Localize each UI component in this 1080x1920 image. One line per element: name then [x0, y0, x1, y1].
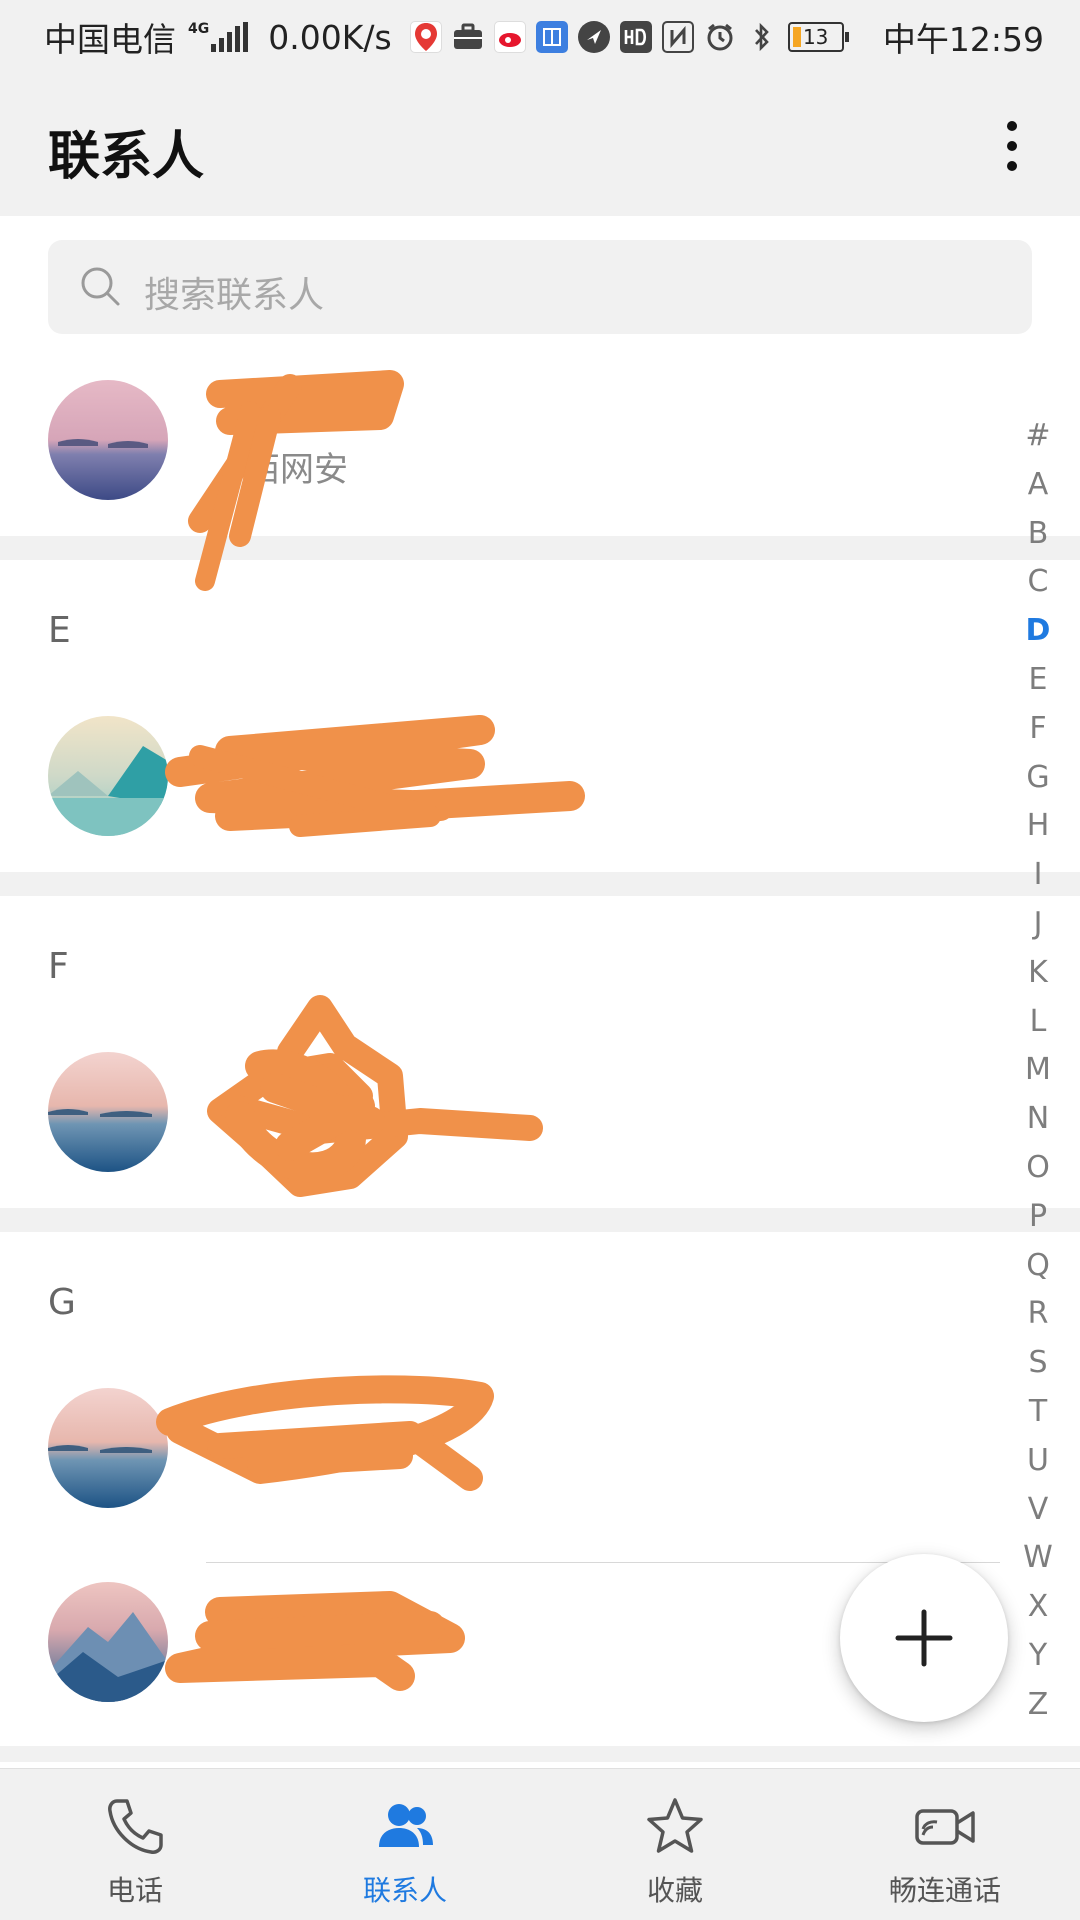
nav-item-meetime[interactable]: 畅连通话 — [810, 1769, 1080, 1920]
index-letter-l[interactable]: L — [1030, 998, 1047, 1047]
contact-row[interactable] — [0, 1028, 1080, 1196]
baidu-map-icon — [409, 21, 442, 53]
page-title: 联系人 — [48, 127, 205, 187]
bluetooth-icon — [746, 21, 778, 53]
more-vertical-icon — [1007, 121, 1017, 131]
section-e-card: E — [0, 560, 1080, 872]
bird-app-icon — [577, 21, 610, 53]
contact-card-top: 搜索联系人 西网安 — [0, 216, 1080, 536]
contact-avatar — [48, 380, 168, 500]
index-letter-g[interactable]: G — [1026, 754, 1049, 803]
index-letter-h[interactable]: H — [1027, 802, 1050, 851]
star-icon — [647, 1798, 703, 1853]
contact-avatar — [48, 1388, 168, 1508]
add-contact-button[interactable] — [840, 1554, 1008, 1722]
signal-icon: 4G — [188, 21, 249, 52]
nfc-icon — [661, 21, 694, 53]
bottom-nav: 电话 联系人 收藏 畅连通话 — [0, 1768, 1080, 1920]
network-type-label: 4G — [188, 21, 210, 37]
index-letter-y[interactable]: Y — [1029, 1632, 1047, 1681]
section-header-f: F — [48, 946, 69, 987]
index-letter-u[interactable]: U — [1027, 1437, 1049, 1486]
clock-label: 中午12:59 — [882, 20, 1044, 59]
index-letter-z[interactable]: Z — [1028, 1681, 1049, 1730]
contact-row[interactable] — [0, 692, 1080, 860]
battery-icon: 13 — [787, 22, 849, 52]
status-bar: 中国电信 4G 0.00K/s 13 中午12:59 — [0, 0, 1080, 74]
nav-label-meetime: 畅连通话 — [888, 1874, 1001, 1907]
index-letter-q[interactable]: Q — [1026, 1242, 1050, 1291]
index-letter-a[interactable]: A — [1028, 461, 1049, 510]
search-placeholder: 搜索联系人 — [144, 275, 325, 316]
index-letter-n[interactable]: N — [1027, 1095, 1049, 1144]
index-letter-o[interactable]: O — [1026, 1144, 1050, 1193]
index-letter-t[interactable]: T — [1029, 1388, 1047, 1437]
search-input[interactable]: 搜索联系人 — [48, 240, 1032, 334]
index-letter-k[interactable]: K — [1028, 949, 1048, 998]
index-letter-w[interactable]: W — [1023, 1534, 1053, 1583]
index-letter-b[interactable]: B — [1028, 510, 1049, 559]
plus-icon — [895, 1609, 953, 1667]
index-letter-e[interactable]: E — [1029, 656, 1048, 705]
alphabet-index[interactable]: # A B C D E F G H I J K L M N O P Q R S … — [1010, 412, 1066, 1730]
carrier-label: 中国电信 — [44, 20, 176, 59]
alarm-icon — [704, 21, 736, 53]
net-speed-label: 0.00K/s — [268, 17, 392, 57]
sina-icon — [493, 21, 526, 53]
index-letter-i[interactable]: I — [1034, 851, 1043, 900]
nav-label-favorites: 收藏 — [646, 1874, 703, 1907]
phone-icon — [108, 1799, 163, 1854]
contacts-icon — [379, 1804, 433, 1847]
index-letter-d-active[interactable]: D — [1026, 607, 1051, 656]
index-letter-m[interactable]: M — [1025, 1046, 1051, 1095]
contact-subtitle: 西网安 — [246, 450, 348, 490]
nav-item-phone[interactable]: 电话 — [0, 1769, 270, 1920]
section-f-card: F — [0, 896, 1080, 1208]
index-letter-j[interactable]: J — [1034, 900, 1043, 949]
nav-item-favorites[interactable]: 收藏 — [540, 1769, 810, 1920]
index-letter-f[interactable]: F — [1029, 705, 1046, 754]
contact-list[interactable]: 搜索联系人 西网安 E F G — [0, 216, 1080, 1768]
contact-avatar — [48, 1582, 168, 1702]
index-letter-hash[interactable]: # — [1025, 412, 1050, 461]
tieba-icon — [535, 21, 568, 53]
search-icon — [81, 267, 120, 306]
contact-avatar — [48, 716, 168, 836]
nav-label-phone: 电话 — [106, 1874, 163, 1907]
section-header-g: G — [48, 1282, 76, 1323]
nav-item-contacts[interactable]: 联系人 — [270, 1769, 540, 1920]
index-letter-r[interactable]: R — [1028, 1290, 1049, 1339]
index-letter-s[interactable]: S — [1028, 1339, 1047, 1388]
index-letter-x[interactable]: X — [1028, 1583, 1049, 1632]
contact-row[interactable]: 西网安 — [0, 356, 1080, 524]
contact-avatar — [48, 1052, 168, 1172]
hd-icon — [619, 21, 652, 53]
video-call-icon — [915, 1809, 975, 1845]
nav-label-contacts: 联系人 — [362, 1874, 447, 1907]
more-options-button[interactable] — [980, 108, 1044, 184]
battery-level: 13 — [802, 25, 829, 49]
title-bar: 联系人 — [0, 74, 1080, 216]
briefcase-icon — [452, 21, 484, 53]
index-letter-v[interactable]: V — [1028, 1486, 1049, 1535]
section-header-e: E — [48, 610, 71, 651]
index-letter-p[interactable]: P — [1029, 1193, 1047, 1242]
index-letter-c[interactable]: C — [1028, 558, 1049, 607]
contact-row[interactable] — [0, 1364, 1080, 1532]
